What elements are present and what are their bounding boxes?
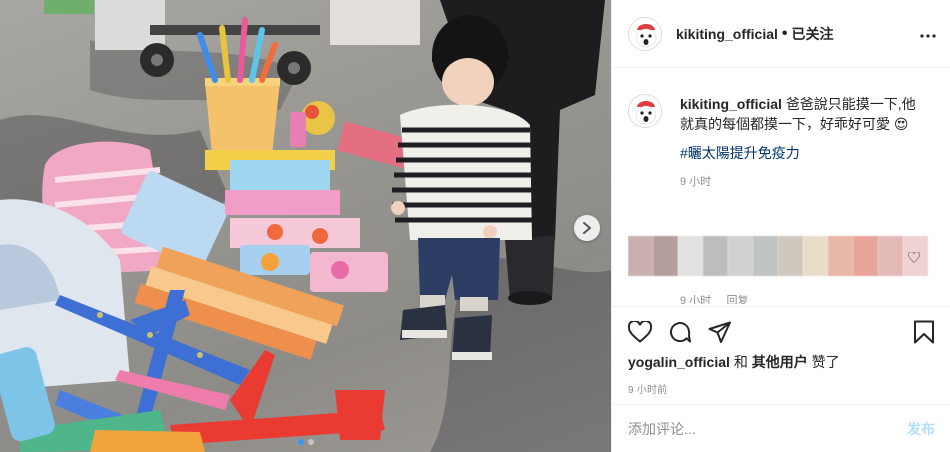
- caption-username[interactable]: kikiting_official: [680, 96, 782, 112]
- comment-like-button[interactable]: [907, 250, 921, 268]
- caption-time: 9 小时: [680, 176, 712, 188]
- comment-time: 9 小时: [680, 295, 712, 304]
- post-timestamp[interactable]: 9 小时前: [628, 381, 667, 396]
- author-avatar[interactable]: [628, 94, 662, 128]
- pixel-block: [678, 236, 703, 276]
- hashtag-link[interactable]: #曬太陽提升免疫力: [680, 143, 920, 163]
- comment-icon: [670, 321, 691, 342]
- comment-button[interactable]: [668, 320, 692, 344]
- pixel-block: [728, 236, 753, 276]
- more-options-icon: [920, 33, 936, 38]
- post-sidebar: kikiting_official • 已关注 kikiting_officia…: [611, 0, 950, 452]
- caption-emoji: 😍: [893, 116, 909, 132]
- heart-icon: [907, 251, 921, 264]
- photo-illustration: [0, 0, 611, 452]
- caption-text: kikiting_official 爸爸說只能摸一下,他就真的每個都摸一下，好乖…: [680, 94, 920, 192]
- comment-meta: 9 小时 回复: [680, 292, 748, 304]
- carousel-dot: [307, 439, 314, 445]
- comment-input[interactable]: [628, 420, 907, 437]
- likes-summary: yogalin_official 和 其他用户 赞了: [628, 352, 840, 372]
- reply-button[interactable]: 回复: [726, 295, 748, 304]
- pixel-block: [628, 236, 653, 276]
- like-button[interactable]: [628, 320, 652, 343]
- share-button[interactable]: [708, 321, 732, 343]
- pixel-block: [703, 236, 728, 276]
- add-comment-bar: 发布: [612, 404, 950, 452]
- post-comment-button[interactable]: 发布: [907, 419, 935, 439]
- following-button[interactable]: 已关注: [792, 24, 834, 44]
- pixel-block: [878, 236, 903, 276]
- heart-icon: [628, 320, 652, 343]
- liked-by-username[interactable]: yogalin_official: [628, 354, 730, 370]
- post-header: kikiting_official • 已关注: [612, 0, 950, 68]
- save-button[interactable]: [913, 320, 935, 344]
- post-photo[interactable]: [0, 0, 611, 452]
- header-separator: •: [781, 24, 788, 42]
- pixel-block: [828, 236, 853, 276]
- carousel-dot: [297, 439, 304, 445]
- share-icon: [708, 321, 731, 343]
- pixel-block: [653, 236, 678, 276]
- author-username[interactable]: kikiting_official: [676, 26, 778, 42]
- more-options-button[interactable]: [920, 25, 936, 43]
- caption-comment: kikiting_official 爸爸說只能摸一下,他就真的每個都摸一下，好乖…: [628, 78, 940, 192]
- comments-list[interactable]: kikiting_official 爸爸說只能摸一下,他就真的每個都摸一下，好乖…: [628, 78, 940, 304]
- author-avatar[interactable]: [628, 16, 662, 51]
- liked-suffix: 赞了: [811, 354, 840, 370]
- pixelated-comment-content: [628, 236, 928, 276]
- pixel-block: [853, 236, 878, 276]
- liked-and: 和: [733, 354, 748, 370]
- avatar-icon: [629, 95, 661, 127]
- pixel-block: [753, 236, 778, 276]
- avatar-icon: [629, 17, 661, 50]
- liked-others-link[interactable]: 其他用户: [752, 354, 808, 370]
- action-bar: [612, 306, 950, 356]
- carousel-next-button[interactable]: [574, 215, 600, 241]
- pixel-block: [778, 236, 803, 276]
- chevron-right-icon: [583, 222, 591, 234]
- bookmark-icon: [914, 320, 934, 343]
- blurred-comment: [628, 236, 928, 280]
- pixel-block: [803, 236, 828, 276]
- carousel-indicator: [0, 439, 611, 445]
